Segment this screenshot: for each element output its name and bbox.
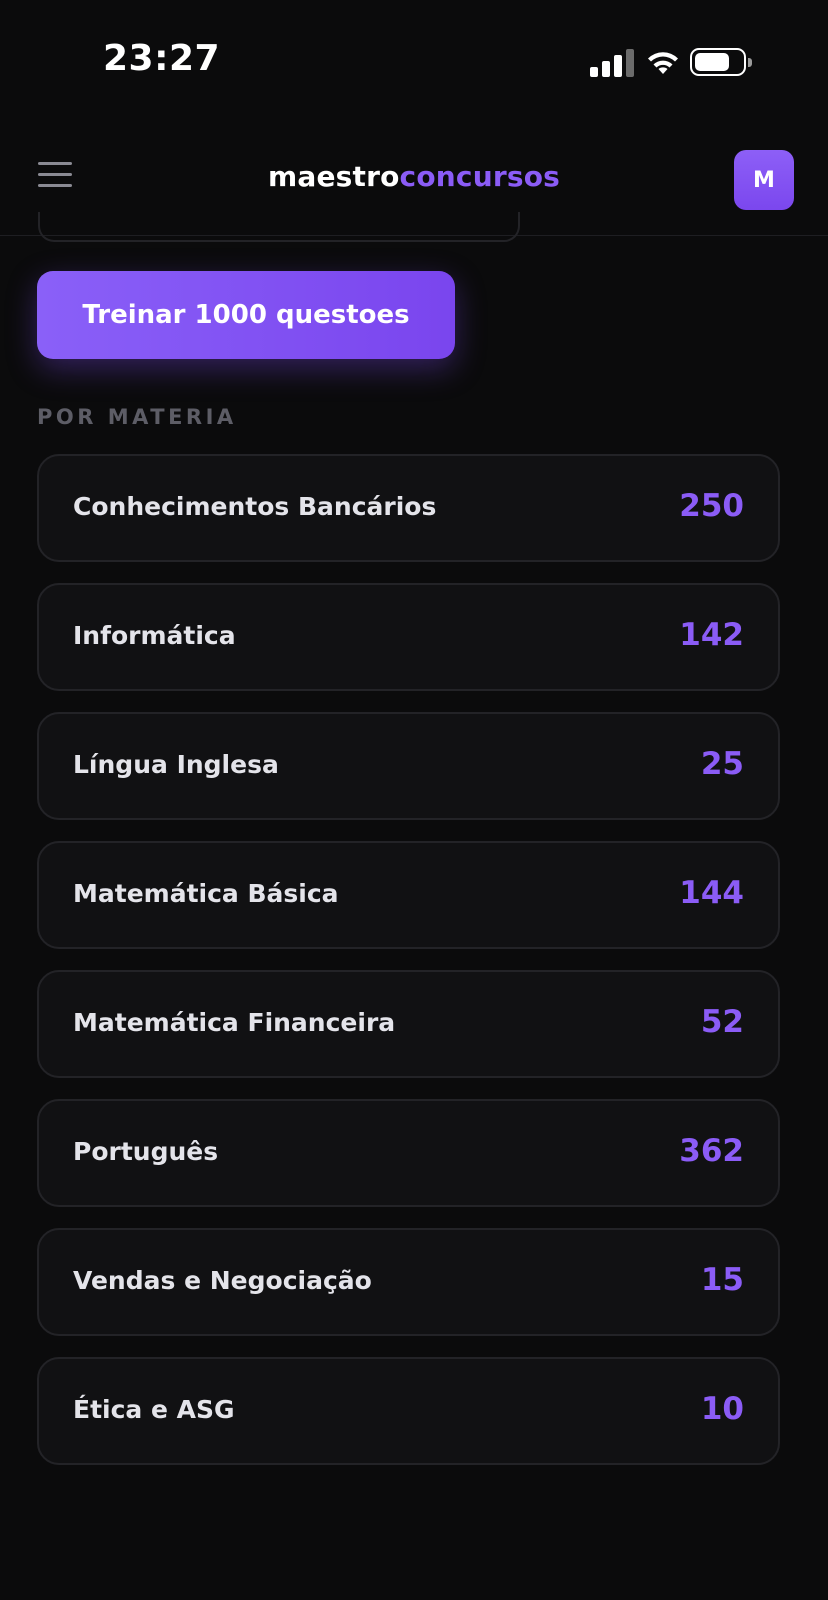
subject-count: 144: [679, 875, 744, 911]
subject-name: Matemática Financeira: [73, 1008, 396, 1037]
subject-count: 362: [679, 1133, 744, 1169]
subject-name: Matemática Básica: [73, 879, 339, 908]
subject-name: Conhecimentos Bancários: [73, 492, 437, 521]
battery-icon: [690, 48, 752, 76]
subject-item[interactable]: Matemática Básica 144: [37, 841, 780, 949]
subject-name: Vendas e Negociação: [73, 1266, 372, 1295]
wifi-icon: [648, 52, 678, 74]
brand-logo[interactable]: maestroconcursos: [0, 160, 828, 193]
avatar[interactable]: M: [734, 150, 794, 210]
train-questions-button[interactable]: Treinar 1000 questoes: [37, 271, 455, 359]
status-bar: 23:27: [0, 0, 828, 120]
subject-count: 25: [700, 746, 744, 782]
subject-list: Conhecimentos Bancários 250 Informática …: [37, 454, 780, 1486]
subject-item[interactable]: Informática 142: [37, 583, 780, 691]
subject-name: Informática: [73, 621, 236, 650]
previous-card-edge: [38, 212, 520, 242]
subject-count: 250: [679, 488, 744, 524]
signal-icon: [590, 49, 634, 77]
brand-part-1: maestro: [267, 160, 400, 193]
subject-count: 142: [679, 617, 744, 653]
subject-count: 15: [700, 1262, 744, 1298]
subject-item[interactable]: Língua Inglesa 25: [37, 712, 780, 820]
subject-item[interactable]: Matemática Financeira 52: [37, 970, 780, 1078]
subject-item[interactable]: Conhecimentos Bancários 250: [37, 454, 780, 562]
section-title: POR MATERIA: [37, 405, 237, 429]
subject-name: Português: [73, 1137, 219, 1166]
subject-item[interactable]: Vendas e Negociação 15: [37, 1228, 780, 1336]
subject-count: 10: [700, 1391, 744, 1427]
subject-name: Ética e ASG: [73, 1395, 235, 1424]
subject-item[interactable]: Ética e ASG 10: [37, 1357, 780, 1465]
brand-part-2: concursos: [399, 160, 561, 193]
status-time: 23:27: [103, 38, 221, 79]
subject-count: 52: [700, 1004, 744, 1040]
subject-name: Língua Inglesa: [73, 750, 279, 779]
subject-item[interactable]: Português 362: [37, 1099, 780, 1207]
